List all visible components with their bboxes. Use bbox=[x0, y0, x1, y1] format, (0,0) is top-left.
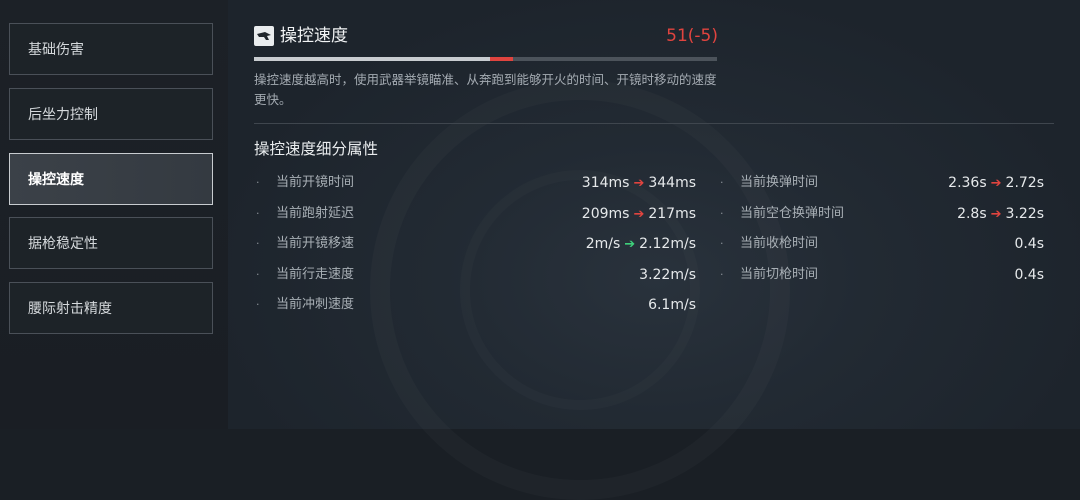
bullet-icon: · bbox=[720, 206, 724, 220]
old-value: 2.36s bbox=[948, 175, 987, 191]
new-value: 0.4s bbox=[1014, 236, 1044, 252]
weapon-handling-icon bbox=[254, 26, 274, 46]
detail-row: · 当前开镜时间 314ms ➔ 344ms bbox=[256, 172, 696, 194]
decrease-arrow-icon: ➔ bbox=[990, 176, 1002, 191]
bullet-icon: · bbox=[720, 237, 724, 250]
detail-row: · 当前行走速度 3.22m/s bbox=[256, 264, 696, 286]
detail-value: 314ms ➔ 344ms bbox=[582, 172, 696, 195]
details-title: 操控速度细分属性 bbox=[254, 140, 379, 158]
old-value: 314ms bbox=[581, 175, 630, 191]
new-value: 3.22m/s bbox=[639, 266, 696, 283]
old-value: 2.8s bbox=[957, 205, 987, 222]
new-value: 3.22s bbox=[1005, 205, 1044, 222]
new-value: 2.12m/s bbox=[639, 236, 696, 252]
nav-item-hipfire-accuracy[interactable]: 腰际射击精度 bbox=[9, 282, 213, 334]
bullet-icon: · bbox=[256, 206, 260, 220]
bullet-icon: · bbox=[720, 267, 724, 281]
new-value: 6.1m/s bbox=[648, 297, 696, 313]
detail-label: 当前行走速度 bbox=[276, 266, 355, 282]
stat-description: 操控速度越高时，使用武器举镜瞄准、从奔跑到能够开火的时间、开镜时移动的速度更快。 bbox=[254, 72, 717, 107]
decrease-arrow-icon: ➔ bbox=[633, 176, 645, 191]
detail-row: · 当前收枪时间 0.4s bbox=[720, 233, 1044, 255]
detail-value: 0.4s bbox=[1014, 264, 1044, 286]
detail-value: 0.4s bbox=[1014, 233, 1044, 255]
detail-value: 6.1m/s bbox=[648, 294, 696, 316]
new-value: 344ms bbox=[648, 175, 696, 191]
stat-progress-bar bbox=[254, 57, 717, 61]
stat-title: 操控速度 bbox=[280, 26, 348, 46]
detail-row: · 当前空仓换弹时间 2.8s ➔ 3.22s bbox=[720, 203, 1044, 225]
detail-label: 当前收枪时间 bbox=[740, 236, 819, 251]
stat-header: 操控速度 51(-5) bbox=[254, 25, 718, 49]
old-value: 2m/s bbox=[585, 236, 621, 252]
decrease-arrow-icon: ➔ bbox=[990, 206, 1002, 222]
bullet-icon: · bbox=[256, 176, 260, 189]
detail-label: 当前跑射延迟 bbox=[276, 205, 355, 221]
section-divider bbox=[254, 123, 1054, 124]
detail-label: 当前开镜时间 bbox=[276, 175, 355, 190]
detail-value: 209ms ➔ 217ms bbox=[582, 203, 696, 226]
decrease-arrow-icon: ➔ bbox=[633, 206, 645, 222]
detail-label: 当前换弹时间 bbox=[740, 175, 819, 190]
nav-item-recoil-control[interactable]: 后坐力控制 bbox=[9, 88, 213, 140]
nav-item-base-damage[interactable]: 基础伤害 bbox=[9, 23, 213, 75]
detail-value: 2.8s ➔ 3.22s bbox=[957, 203, 1044, 226]
stat-value: 51(-5) bbox=[666, 26, 718, 46]
detail-row: · 当前开镜移速 2m/s ➔ 2.12m/s bbox=[256, 233, 696, 255]
detail-value: 2.36s ➔ 2.72s bbox=[948, 172, 1044, 195]
new-value: 0.4s bbox=[1014, 266, 1044, 283]
detail-row: · 当前跑射延迟 209ms ➔ 217ms bbox=[256, 203, 696, 225]
bullet-icon: · bbox=[256, 298, 260, 311]
detail-value: 2m/s ➔ 2.12m/s bbox=[586, 233, 696, 256]
increase-arrow-icon: ➔ bbox=[624, 237, 636, 252]
nav-item-handling-speed[interactable]: 操控速度 bbox=[9, 153, 213, 205]
new-value: 2.72s bbox=[1005, 175, 1044, 191]
bullet-icon: · bbox=[720, 176, 724, 189]
category-sidebar: 基础伤害 后坐力控制 操控速度 据枪稳定性 腰际射击精度 bbox=[0, 0, 228, 429]
bullet-icon: · bbox=[256, 237, 260, 250]
detail-label: 当前切枪时间 bbox=[740, 266, 819, 282]
stat-progress-decrease bbox=[490, 57, 513, 61]
detail-row: · 当前冲刺速度 6.1m/s bbox=[256, 294, 696, 316]
detail-value: 3.22m/s bbox=[639, 264, 696, 286]
detail-row: · 当前换弹时间 2.36s ➔ 2.72s bbox=[720, 172, 1044, 194]
detail-label: 当前冲刺速度 bbox=[276, 297, 355, 312]
old-value: 209ms bbox=[581, 205, 630, 222]
detail-label: 当前空仓换弹时间 bbox=[740, 205, 845, 221]
new-value: 217ms bbox=[648, 205, 696, 222]
stat-progress-fill bbox=[254, 57, 490, 61]
bullet-icon: · bbox=[256, 267, 260, 281]
nav-item-aim-stability[interactable]: 据枪稳定性 bbox=[9, 217, 213, 269]
detail-row: · 当前切枪时间 0.4s bbox=[720, 264, 1044, 286]
detail-label: 当前开镜移速 bbox=[276, 236, 355, 251]
